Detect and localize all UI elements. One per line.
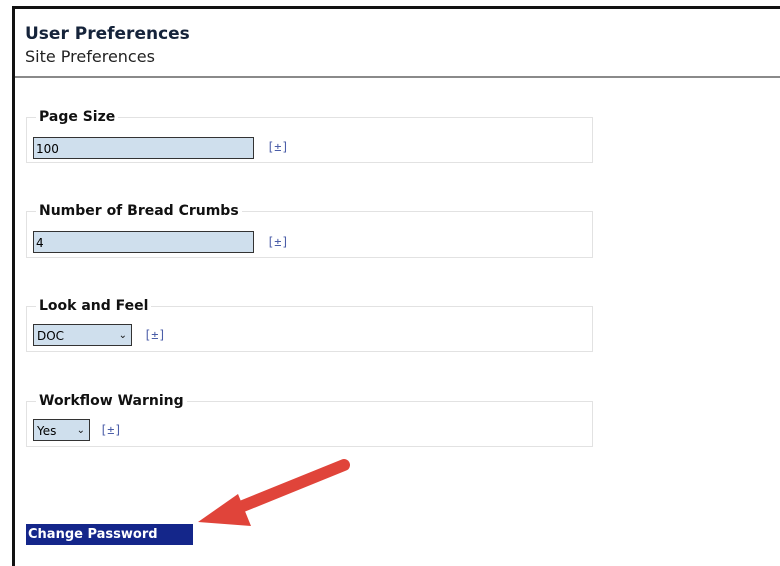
workflow-warning-group: Workflow Warning Yes ⌄ [±] xyxy=(26,393,593,447)
look-and-feel-select[interactable]: DOC ⌄ xyxy=(33,324,132,346)
workflow-warning-select[interactable]: Yes ⌄ xyxy=(33,419,90,441)
page-size-help-link[interactable]: [±] xyxy=(267,140,289,154)
chevron-down-icon: ⌄ xyxy=(76,425,85,436)
page-size-group: Page Size 100 [±] xyxy=(26,109,593,163)
change-password-button[interactable]: Change Password xyxy=(26,524,193,545)
bread-crumbs-group: Number of Bread Crumbs 4 [±] xyxy=(26,203,593,258)
page-subtitle: Site Preferences xyxy=(25,47,155,66)
page-title: User Preferences xyxy=(25,24,190,44)
content-frame xyxy=(12,6,780,566)
chevron-down-icon: ⌄ xyxy=(118,330,127,341)
look-and-feel-label: Look and Feel xyxy=(36,298,152,314)
workflow-warning-label: Workflow Warning xyxy=(36,393,187,409)
header-divider xyxy=(15,76,780,78)
bread-crumbs-label: Number of Bread Crumbs xyxy=(36,203,242,219)
look-and-feel-help-link[interactable]: [±] xyxy=(144,328,166,342)
bread-crumbs-help-link[interactable]: [±] xyxy=(267,235,289,249)
look-and-feel-group: Look and Feel DOC ⌄ [±] xyxy=(26,298,593,352)
bread-crumbs-input[interactable]: 4 xyxy=(33,231,254,253)
look-and-feel-selected: DOC xyxy=(37,329,65,343)
workflow-warning-help-link[interactable]: [±] xyxy=(100,423,122,437)
page-size-label: Page Size xyxy=(36,109,119,125)
page-size-input[interactable]: 100 xyxy=(33,137,254,159)
workflow-warning-selected: Yes xyxy=(37,424,57,438)
annotation-arrow-icon xyxy=(198,459,350,526)
